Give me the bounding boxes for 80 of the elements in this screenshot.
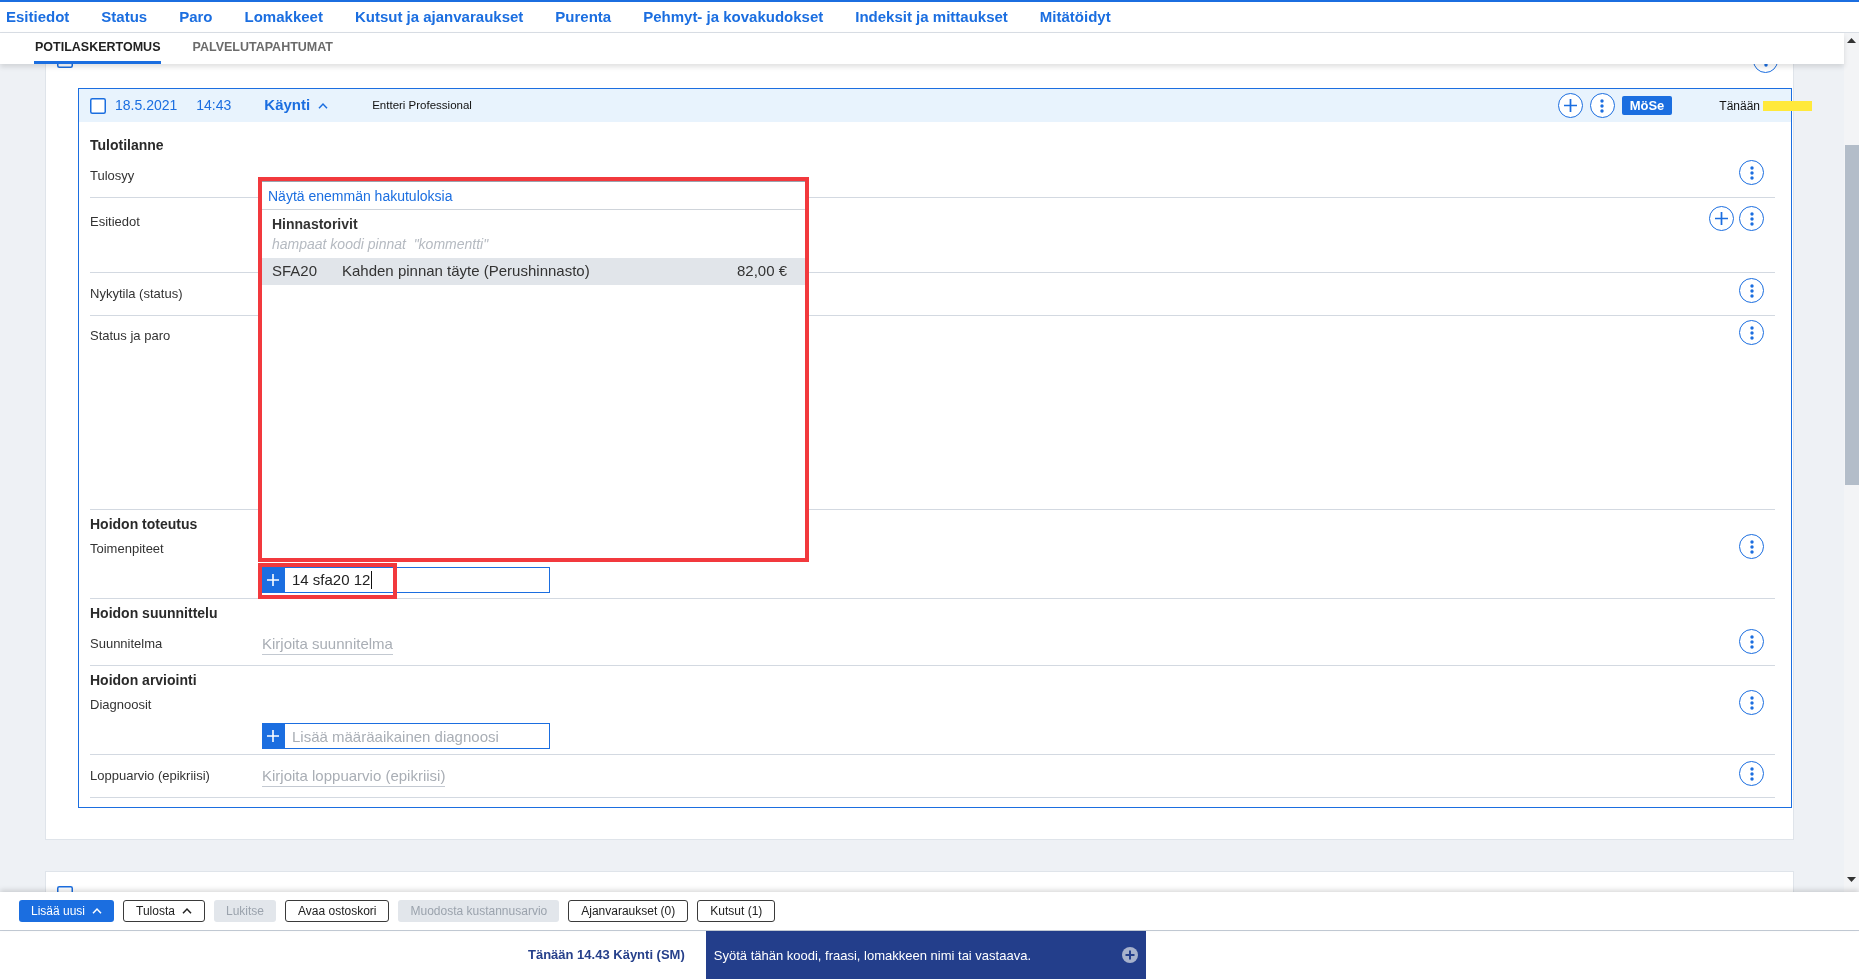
search-hint: hampaat koodi pinnat "kommentti" (272, 235, 489, 253)
command-field[interactable]: Syötä tähän koodi, fraasi, lomakkeen nimi tai vastaava. (705, 931, 1146, 979)
group-heading: Hoidon arviointi (90, 671, 197, 690)
nav-link[interactable]: Esitiedot (6, 5, 70, 29)
more-icon (1749, 695, 1754, 710)
toolbar-button[interactable]: Ajanvaraukset (0) (568, 900, 689, 922)
visit-time: 14:43 (196, 96, 232, 115)
text-field[interactable]: Kirjoita loppuarvio (epikriisi) (262, 765, 446, 787)
arrow-up-icon[interactable] (1847, 38, 1856, 43)
day-label: Tänään (1719, 97, 1760, 115)
more-icon (1600, 98, 1605, 113)
result-price: 82,00 € (736, 261, 787, 282)
more-results-link[interactable]: Näytä enemmän hakutuloksia (268, 186, 453, 205)
more-button[interactable] (1739, 690, 1764, 715)
nav-link[interactable]: Paro (179, 5, 213, 29)
toolbar-button[interactable]: Avaa ostoskori (285, 900, 390, 922)
group-heading: Hoidon suunnittelu (90, 604, 218, 623)
field-label: Diagnoosit (90, 697, 152, 712)
code-input[interactable]: 14 sfa20 12 (284, 567, 550, 593)
field-label: Suunnitelma (90, 636, 163, 651)
more-button[interactable] (1739, 534, 1764, 559)
result-name: Kahden pinnan täyte (Perushinnasto) (342, 262, 590, 280)
group-heading: Hoidon toteutus (90, 515, 198, 534)
nav-link[interactable]: Kutsut ja ajanvaraukset (354, 5, 524, 29)
more-button[interactable] (1739, 278, 1764, 303)
more-button[interactable] (1739, 629, 1764, 654)
visit-type-toggle[interactable]: Käynti (264, 94, 329, 117)
highlight-mark (1763, 100, 1812, 111)
result-group-heading: Hinnastorivit (272, 215, 358, 233)
plus-icon (1563, 99, 1577, 112)
nav-link[interactable]: Mitätöidyt (1039, 5, 1111, 29)
tab[interactable]: PALVELUTAPAHTUMAT (191, 33, 334, 64)
more-button[interactable] (1589, 93, 1615, 118)
more-button[interactable] (1739, 761, 1764, 786)
result-code: SFA20 (272, 262, 318, 280)
plus-icon (267, 730, 279, 742)
plus-icon (1715, 212, 1728, 225)
more-button[interactable] (1739, 320, 1764, 345)
add-button[interactable] (1709, 206, 1734, 231)
toolbar-button[interactable]: Lisää uusi (19, 900, 115, 922)
field-label: Status ja paro (90, 328, 171, 343)
add-button[interactable] (262, 723, 284, 749)
result-row[interactable]: SFA20 Kahden pinnan täyte (Perushinnasto) 82,00 € (262, 258, 805, 285)
field-label: Tulosyy (90, 168, 135, 183)
visit-author: Entteri Professional (372, 97, 472, 113)
add-button[interactable] (262, 567, 284, 593)
scrollbar-thumb[interactable] (1844, 145, 1859, 485)
user-badge: MöSe (1621, 96, 1673, 115)
more-icon (1749, 211, 1754, 226)
more-icon (1749, 325, 1754, 340)
plus-icon (267, 574, 279, 586)
visit-date: 18.5.2021 (115, 96, 178, 115)
group-heading: Tulotilanne (90, 136, 164, 155)
code-input[interactable]: Lisää määräaikainen diagnoosi (284, 723, 550, 749)
more-button[interactable] (1739, 160, 1764, 185)
checkbox[interactable] (90, 97, 106, 114)
add-button[interactable] (1557, 93, 1583, 118)
toolbar-button[interactable]: Tulosta (123, 900, 205, 922)
nav-link[interactable]: Indeksit ja mittaukset (855, 5, 1008, 29)
arrow-down-icon[interactable] (1847, 877, 1856, 882)
field-label: Toimenpiteet (90, 541, 164, 556)
field-label: Loppuarvio (epikriisi) (90, 768, 210, 783)
current-visit-label: Tänään 14.43 Käynti (SM) (528, 946, 685, 965)
more-icon (1749, 766, 1754, 781)
field-label: Nykytila (status) (90, 286, 183, 301)
nav-link[interactable]: Lomakkeet (244, 5, 323, 29)
nav-link[interactable]: Purenta (555, 5, 612, 29)
more-icon (1749, 283, 1754, 298)
more-icon (1749, 634, 1754, 649)
text-field[interactable]: Kirjoita suunnitelma (262, 633, 393, 655)
scrollbar[interactable] (1844, 33, 1859, 892)
nav-link[interactable]: Pehmyt- ja kovakudokset (643, 5, 824, 29)
field-label: Esitiedot (90, 214, 140, 229)
more-icon (1749, 539, 1754, 554)
text-cursor-icon (371, 571, 373, 589)
more-button[interactable] (1739, 206, 1764, 231)
toolbar-button[interactable]: Kutsut (1) (697, 900, 776, 922)
nav-link[interactable]: Status (101, 5, 148, 29)
more-icon (1749, 165, 1754, 180)
plus-circle-icon[interactable] (1121, 947, 1138, 963)
